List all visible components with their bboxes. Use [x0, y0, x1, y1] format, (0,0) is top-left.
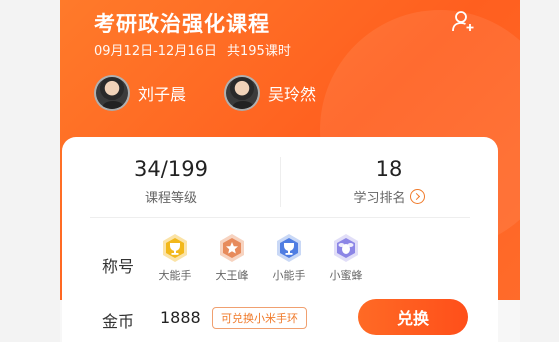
- stats-section: 34/199 课程等级 18 学习排名: [62, 137, 498, 217]
- redeem-button[interactable]: 兑换: [358, 299, 468, 335]
- bronze-star-icon: [220, 234, 244, 262]
- course-screen: 考研政治强化课程 09月12日-12月16日 共195课时 刘子晨 吴玲然 34…: [60, 0, 520, 342]
- teacher-item[interactable]: 刘子晨: [94, 75, 186, 111]
- badge-list: 大能手 大王峰 小能手 小蜜蜂: [154, 233, 367, 283]
- titles-label: 称号: [102, 257, 135, 276]
- badge-item[interactable]: 小能手: [268, 233, 310, 283]
- badge-name: 小能手: [272, 269, 306, 282]
- badge-name: 小蜜蜂: [329, 269, 363, 282]
- teacher-name: 刘子晨: [138, 85, 187, 104]
- lesson-count: 共195课时: [227, 44, 291, 59]
- coins-value: 1888: [160, 308, 201, 327]
- course-title: 考研政治强化课程: [94, 12, 270, 36]
- purple-bee-icon: [334, 234, 358, 262]
- badge-name: 大能手: [158, 269, 192, 282]
- add-user-icon[interactable]: [451, 9, 475, 33]
- learning-card: 34/199 课程等级 18 学习排名 称号 大能手 大王峰 小能手 小蜜蜂 金…: [62, 137, 498, 342]
- teacher-list: 刘子晨 吴玲然: [94, 75, 316, 111]
- avatar: [224, 75, 261, 111]
- badge-name: 大王峰: [215, 269, 249, 282]
- avatar: [94, 75, 130, 111]
- gold-trophy-icon: [163, 234, 187, 262]
- course-schedule: 09月12日-12月16日 共195课时: [94, 40, 297, 59]
- rank-value: 18: [375, 157, 403, 181]
- rank-stat[interactable]: 18 学习排名: [280, 157, 498, 206]
- badge-item[interactable]: 小蜜蜂: [325, 233, 367, 283]
- divider: [90, 217, 470, 218]
- chevron-right-icon[interactable]: [409, 189, 425, 204]
- blue-trophy-icon: [277, 234, 301, 262]
- badge-item[interactable]: 大王峰: [211, 233, 253, 283]
- teacher-name: 吴玲然: [268, 85, 317, 104]
- teacher-item[interactable]: 吴玲然: [224, 75, 316, 111]
- course-level-label: 课程等级: [144, 191, 197, 206]
- badge-item[interactable]: 大能手: [154, 233, 196, 283]
- rank-label: 学习排名: [353, 191, 406, 206]
- redeem-reward-tag: 可兑换小米手环: [212, 307, 307, 329]
- coins-label: 金币: [102, 312, 135, 331]
- course-level-stat: 34/199 课程等级: [62, 157, 280, 206]
- course-level-value: 34/199: [134, 157, 208, 181]
- date-range: 09月12日-12月16日: [94, 44, 217, 59]
